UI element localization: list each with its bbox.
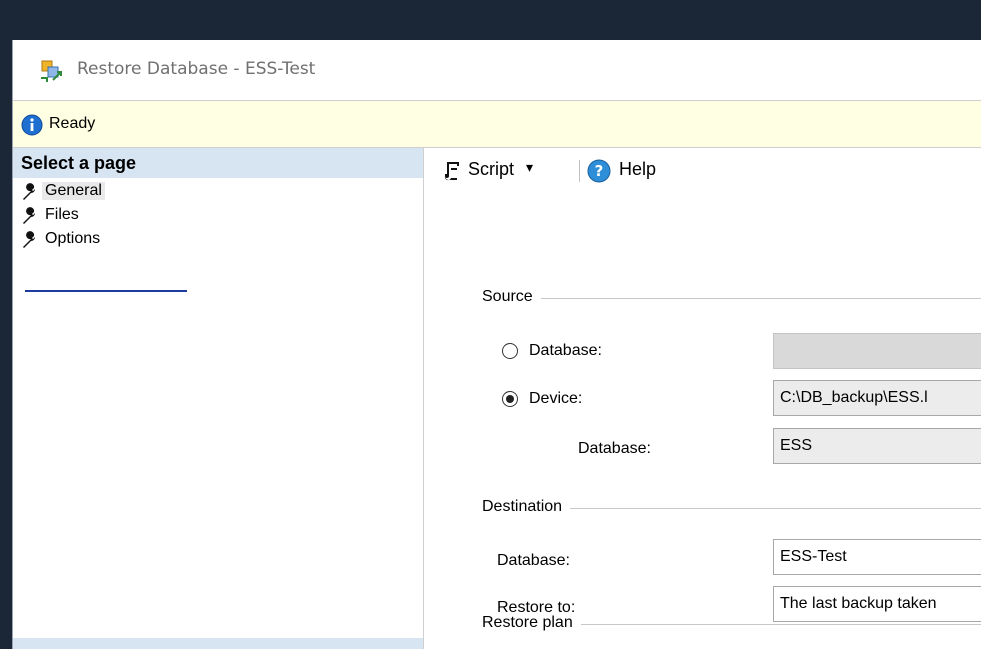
restore-plan-title: Restore plan [482, 614, 581, 632]
destination-database-label: Database: [497, 552, 570, 569]
device-path-field[interactable]: C:\DB_backup\ESS.l [773, 380, 981, 416]
restore-plan-section: Restore plan [482, 614, 981, 636]
page-item-options[interactable]: Options [21, 228, 221, 252]
page-item-general[interactable]: General [21, 180, 221, 204]
page-item-label: Options [45, 230, 101, 247]
database-radio[interactable] [502, 343, 518, 359]
toolbar: Script ▾ ? Help [424, 148, 981, 192]
general-page-content: Script ▾ ? Help Source Database: Device: [424, 148, 981, 649]
chevron-down-icon[interactable]: ▾ [526, 159, 533, 176]
source-sub-database-select[interactable]: ESS [773, 428, 981, 464]
select-page-header-text: Select a page [21, 153, 137, 173]
destination-section: Destination [482, 498, 981, 520]
wrench-icon [23, 231, 35, 248]
help-icon: ? [587, 159, 611, 183]
window-title: Restore Database - ESS-Test [77, 59, 316, 79]
title-bar[interactable]: Restore Database - ESS-Test [13, 40, 981, 100]
status-bar: Ready [13, 100, 981, 148]
script-label: Script [468, 159, 515, 179]
select-page-header: Select a page [13, 148, 423, 178]
options-underline-annotation [25, 290, 187, 292]
svg-text:?: ? [595, 162, 604, 180]
restore-database-window: Restore Database - ESS-Test Ready Select… [12, 40, 981, 649]
restore-database-icon [41, 60, 62, 82]
connection-section-header [13, 638, 423, 649]
status-text: Ready [49, 115, 96, 132]
help-button[interactable]: ? Help [587, 158, 687, 184]
script-button[interactable]: Script ▾ [442, 158, 570, 184]
destination-title: Destination [482, 498, 571, 516]
toolbar-separator [579, 160, 580, 182]
source-section: Source [482, 288, 981, 310]
page-item-files[interactable]: Files [21, 204, 221, 228]
select-page-pane: Select a page General Files Options [13, 148, 424, 649]
source-database-select [773, 333, 981, 369]
source-sub-database-value: ESS [780, 437, 813, 454]
info-icon [21, 114, 43, 136]
help-label: Help [619, 159, 657, 179]
source-sub-database-label: Database: [578, 440, 651, 457]
source-title: Source [482, 288, 541, 306]
restore-to-value: The last backup taken [780, 595, 937, 612]
page-item-label: Files [45, 206, 79, 223]
script-icon [444, 162, 459, 181]
destination-database-input[interactable]: ESS-Test [773, 539, 981, 575]
destination-database-value: ESS-Test [780, 548, 847, 565]
page-item-label: General [42, 182, 105, 200]
section-divider [482, 298, 981, 299]
device-path-value: C:\DB_backup\ESS.l [780, 389, 928, 406]
wrench-icon [23, 183, 35, 200]
wrench-icon [23, 207, 35, 224]
database-option-label[interactable]: Database: [529, 342, 602, 360]
device-option-label[interactable]: Device: [529, 390, 582, 408]
device-radio[interactable] [502, 391, 518, 407]
